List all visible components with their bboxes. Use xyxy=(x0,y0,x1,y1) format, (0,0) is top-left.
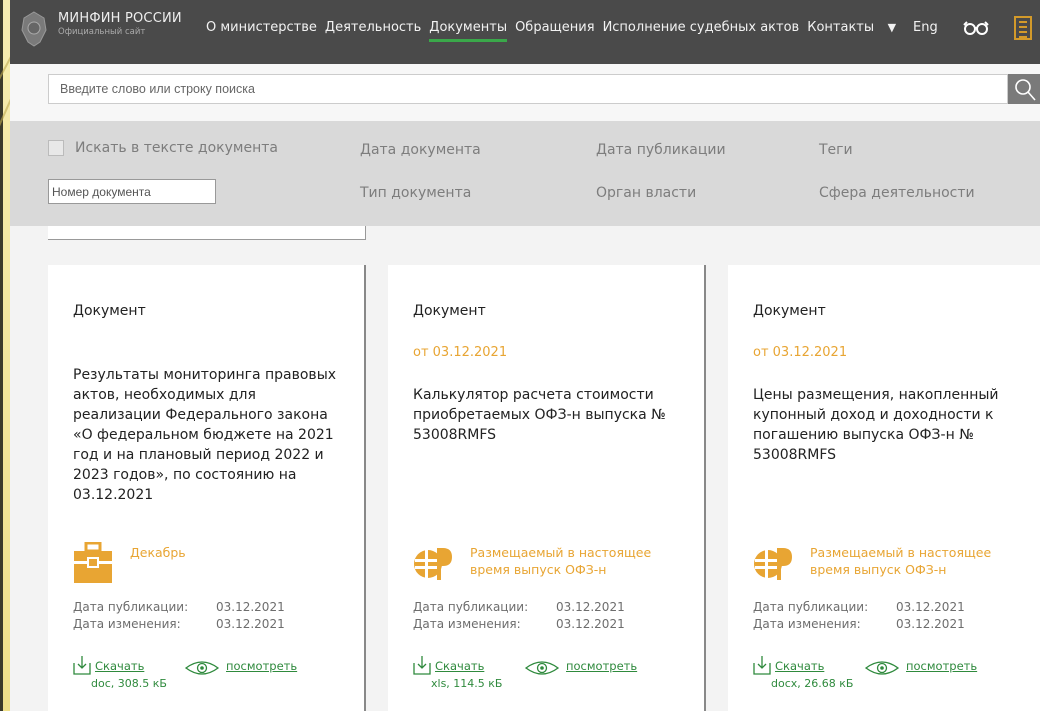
download-icon[interactable] xyxy=(413,655,431,675)
file-info: doc, 308.5 кБ xyxy=(91,677,167,690)
published-label: Дата публикации: xyxy=(753,600,869,614)
brand-title: МИНФИН РОССИИ xyxy=(58,11,182,26)
published-label: Дата публикации: xyxy=(413,600,529,614)
search-bar xyxy=(10,64,1040,121)
nav-contacts[interactable]: Контакты ▼ xyxy=(807,20,904,35)
download-icon[interactable] xyxy=(753,655,771,675)
document-card[interactable]: Документ от 03.12.2021 Цены размещения, … xyxy=(728,265,1040,711)
nav-court-acts[interactable]: Исполнение судебных актов xyxy=(603,20,800,35)
glasses-icon[interactable] xyxy=(963,20,989,36)
file-info: docx, 26.68 кБ xyxy=(771,677,854,690)
modified-date: 03.12.2021 xyxy=(556,617,625,631)
nav-appeals[interactable]: Обращения xyxy=(515,20,594,35)
filter-authority[interactable]: Орган власти xyxy=(596,185,696,201)
search-input[interactable] xyxy=(48,74,1008,104)
top-navigation: МИНФИН РОССИИ Официальный сайт О министе… xyxy=(10,0,1040,64)
modified-label: Дата изменения: xyxy=(413,617,521,631)
document-card[interactable]: Документ от 03.12.2021 Калькулятор расче… xyxy=(388,265,706,711)
card-meta: Дата публикации: 03.12.2021 Дата изменени… xyxy=(753,599,965,633)
search-in-text-label[interactable]: Искать в тексте документа xyxy=(75,140,278,156)
emblem-icon[interactable] xyxy=(18,10,50,48)
filter-publication-date[interactable]: Дата публикации xyxy=(596,142,726,158)
published-label: Дата публикации: xyxy=(73,600,189,614)
nav-contacts-label: Контакты xyxy=(807,20,875,35)
card-description[interactable]: Цены размещения, накопленный купонный до… xyxy=(753,385,1023,465)
card-category[interactable]: Декабрь xyxy=(130,544,330,561)
card-description[interactable]: Результаты мониторинга правовых актов, н… xyxy=(73,365,343,505)
language-switch[interactable]: Eng xyxy=(913,20,938,35)
file-info: xls, 114.5 кБ xyxy=(431,677,503,690)
briefcase-icon xyxy=(74,542,112,583)
download-icon[interactable] xyxy=(73,655,91,675)
published-date: 03.12.2021 xyxy=(896,600,965,614)
view-link[interactable]: посмотреть xyxy=(566,659,637,673)
brand[interactable]: МИНФИН РОССИИ Официальный сайт xyxy=(58,11,182,38)
eye-icon[interactable] xyxy=(185,659,219,677)
slide-edge-line xyxy=(0,0,3,711)
card-meta: Дата публикации: 03.12.2021 Дата изменени… xyxy=(73,599,285,633)
eye-icon[interactable] xyxy=(525,659,559,677)
card-title: Документ xyxy=(413,303,486,319)
view-link[interactable]: посмотреть xyxy=(906,659,977,673)
download-link[interactable]: Скачать xyxy=(95,659,144,673)
nav-activity[interactable]: Деятельность xyxy=(325,20,421,35)
document-card[interactable]: Документ Результаты мониторинга правовых… xyxy=(48,265,366,711)
card-title: Документ xyxy=(73,303,146,319)
ofz-logo-icon xyxy=(414,546,452,582)
download-link[interactable]: Скачать xyxy=(775,659,824,673)
ofz-logo-icon xyxy=(754,546,792,582)
search-icon xyxy=(1015,79,1036,101)
brand-subtitle: Официальный сайт xyxy=(58,27,146,38)
main-menu: О министерстве Деятельность Документы Об… xyxy=(206,20,912,42)
published-date: 03.12.2021 xyxy=(216,600,285,614)
document-number-input[interactable] xyxy=(48,179,216,204)
card-description[interactable]: Калькулятор расчета стоимости приобретае… xyxy=(413,385,683,445)
filter-sphere[interactable]: Сфера деятельности xyxy=(819,185,975,201)
modified-label: Дата изменения: xyxy=(753,617,861,631)
modified-date: 03.12.2021 xyxy=(216,617,285,631)
filters-panel xyxy=(10,121,1040,226)
filter-document-type[interactable]: Тип документа xyxy=(360,185,471,201)
card-category[interactable]: Размещаемый в настоящее время выпуск ОФЗ… xyxy=(470,544,670,578)
card-meta: Дата публикации: 03.12.2021 Дата изменени… xyxy=(413,599,625,633)
search-in-text-checkbox[interactable] xyxy=(48,140,64,156)
modified-date: 03.12.2021 xyxy=(896,617,965,631)
filter-tags[interactable]: Теги xyxy=(819,142,853,158)
download-link[interactable]: Скачать xyxy=(435,659,484,673)
card-title: Документ xyxy=(753,303,826,319)
chevron-down-icon: ▼ xyxy=(884,21,897,34)
modified-label: Дата изменения: xyxy=(73,617,181,631)
card-date: от 03.12.2021 xyxy=(753,345,848,360)
search-button[interactable] xyxy=(1008,74,1040,104)
dropdown-panel xyxy=(48,226,366,240)
filter-document-date[interactable]: Дата документа xyxy=(360,142,481,158)
nav-documents[interactable]: Документы xyxy=(429,20,507,42)
nav-about[interactable]: О министерстве xyxy=(206,20,317,35)
published-date: 03.12.2021 xyxy=(556,600,625,614)
document-icon[interactable] xyxy=(1014,16,1032,40)
card-category[interactable]: Размещаемый в настоящее время выпуск ОФЗ… xyxy=(810,544,1010,578)
card-date: от 03.12.2021 xyxy=(413,345,508,360)
view-link[interactable]: посмотреть xyxy=(226,659,297,673)
browser-window: МИНФИН РОССИИ Официальный сайт О министе… xyxy=(10,0,1040,711)
eye-icon[interactable] xyxy=(865,659,899,677)
